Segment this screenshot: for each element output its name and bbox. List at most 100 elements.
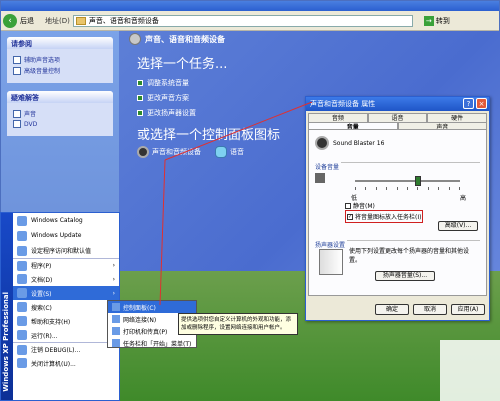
go-arrow-icon: →	[423, 15, 434, 26]
tab-speech[interactable]: 语音	[367, 113, 428, 122]
task-bullet-icon	[137, 94, 143, 101]
volume-group-label: 设备音量	[315, 162, 342, 171]
tab-hardware[interactable]: 硬件	[427, 113, 488, 122]
shortcut-icon	[13, 66, 21, 75]
sound-audio-devices-link[interactable]: 声音和音频设备	[137, 146, 201, 158]
chevron-right-icon: ›	[112, 275, 115, 283]
speakers-icon	[319, 249, 343, 275]
device-row: Sound Blaster 16	[309, 130, 486, 150]
help-icon	[17, 316, 27, 326]
control-panel-icon	[112, 303, 120, 311]
update-icon	[17, 230, 27, 241]
see-also-item[interactable]: 高级音量控制	[13, 66, 109, 75]
menu-item-programs[interactable]: 程序(P) ›	[13, 258, 119, 272]
search-icon	[17, 302, 27, 312]
see-also-title[interactable]: 请参阅	[7, 37, 113, 49]
address-value: 声音、语音和音频设备	[88, 16, 159, 25]
control-panel-tooltip: 提供选项供您自定义计算机的外观和功能，添加或删除程序，设置网络连接和用户帐户。	[178, 313, 298, 335]
see-also-panel: 请参阅 辅助声音选项 高级音量控制	[7, 37, 113, 83]
back-icon[interactable]: ‹	[3, 13, 17, 28]
menu-item-logoff[interactable]: 注销 DEBUG(L)...	[13, 342, 119, 356]
menu-item-windows-catalog[interactable]: Windows Catalog	[13, 213, 119, 228]
troubleshoot-title[interactable]: 疑难解答	[7, 91, 113, 103]
submenu-item-control-panel[interactable]: 控制面板(C)	[108, 301, 196, 313]
close-icon[interactable]: ×	[476, 98, 487, 109]
menu-item-program-access[interactable]: 设定程序访问和默认值	[13, 243, 119, 258]
speech-link[interactable]: 语音	[215, 146, 244, 158]
task-bullet-icon	[137, 109, 143, 116]
program-access-icon	[17, 245, 27, 256]
address-bar: ‹ 后退 地址(D) 声音、语音和音频设备 → 转到	[1, 11, 499, 31]
help-icon[interactable]: ?	[463, 98, 474, 109]
run-icon	[17, 330, 27, 340]
printer-icon	[112, 327, 120, 335]
address-label: 地址(D)	[45, 16, 70, 25]
volume-slider[interactable]	[355, 180, 460, 182]
go-button[interactable]: → 转到	[423, 15, 450, 26]
menu-item-shutdown[interactable]: 关闭计算机(U)...	[13, 356, 119, 370]
logoff-icon	[17, 344, 27, 355]
checkbox-checked-icon: ✓	[347, 213, 353, 220]
troubleshoot-item[interactable]: DVD	[13, 120, 109, 128]
dialog-actions: 确定 取消 应用(A)	[375, 304, 485, 315]
menu-item-help[interactable]: 帮助和支持(H)	[13, 314, 119, 328]
speaker-description: 使用下列设置更改每个扬声器的音量和其他设置。	[349, 248, 470, 264]
volume-tab-page: Sound Blaster 16 设备音量 低 高 静音(M) ✓ 将音量图标放入…	[308, 129, 487, 296]
task-heading: 选择一个任务...	[137, 57, 228, 72]
speaker-volume-button[interactable]: 扬声器音量(S)...	[375, 271, 435, 281]
settings-icon	[17, 288, 27, 298]
mute-checkbox[interactable]: 静音(M)	[345, 201, 375, 210]
apply-button[interactable]: 应用(A)	[451, 304, 485, 315]
dialog-titlebar: 声音和音频设备 属性 ? ×	[306, 97, 489, 111]
see-also-item[interactable]: 辅助声音选项	[13, 55, 109, 64]
task-link[interactable]: 调整系统音量	[137, 75, 367, 90]
network-icon	[112, 315, 120, 323]
audio-category-icon	[129, 33, 141, 45]
window-titlebar	[1, 1, 499, 11]
cp-icon-heading: 或选择一个控制面板图标	[137, 128, 281, 143]
menu-item-documents[interactable]: 文档(D) ›	[13, 272, 119, 286]
taskbar-icon	[112, 339, 120, 347]
submenu-item-taskbar[interactable]: 任务栏和「开始」菜单(T)	[108, 337, 196, 349]
speaker-group-label: 扬声器设置	[315, 240, 348, 249]
troubleshoot-panel: 疑难解答 声音 DVD	[7, 91, 113, 136]
tab-audio[interactable]: 音频	[308, 113, 368, 122]
cancel-button[interactable]: 取消	[413, 304, 447, 315]
chevron-right-icon: ›	[112, 262, 115, 269]
menu-item-run[interactable]: 运行(R)...	[13, 328, 119, 342]
advanced-button[interactable]: 高级(V)...	[438, 221, 478, 231]
address-field[interactable]: 声音、语音和音频设备	[72, 14, 413, 27]
menu-item-windows-update[interactable]: Windows Update	[13, 228, 119, 243]
task-bullet-icon	[137, 79, 143, 86]
cp-icon-list: 声音和音频设备 语音	[137, 146, 244, 158]
power-icon	[17, 358, 27, 368]
chevron-right-icon: ›	[112, 289, 115, 297]
volume-group: 设备音量 低 高 静音(M) ✓ 将音量图标放入任务栏(I) 高级(V)...	[315, 162, 480, 232]
programs-icon	[17, 260, 27, 271]
speech-icon	[215, 146, 227, 158]
sound-properties-dialog: 声音和音频设备 属性 ? × 音频 语音 硬件 音量 声音 Sound Blas…	[305, 96, 490, 321]
documents-icon	[17, 274, 27, 284]
catalog-icon	[17, 215, 27, 226]
back-label: 后退	[20, 16, 34, 25]
speaker-group: 扬声器设置 使用下列设置更改每个扬声器的音量和其他设置。 扬声器音量(S)...	[315, 240, 480, 290]
ok-button[interactable]: 确定	[375, 304, 409, 315]
taskbar-icon-checkbox[interactable]: ✓ 将音量图标放入任务栏(I)	[345, 210, 424, 223]
checkbox-box	[345, 202, 351, 209]
volume-slider-thumb[interactable]	[414, 176, 421, 186]
category-title: 声音、语音和音频设备	[129, 33, 225, 45]
slider-ticks	[355, 187, 460, 190]
watermark	[440, 340, 500, 401]
device-name: Sound Blaster 16	[333, 139, 385, 147]
menu-item-search[interactable]: 搜索(C)›	[13, 300, 119, 314]
high-label: 高	[459, 195, 466, 202]
menu-item-settings[interactable]: 设置(S) ›	[13, 286, 119, 300]
troubleshoot-item[interactable]: 声音	[13, 109, 109, 118]
folder-icon	[75, 16, 86, 25]
start-menu-band: Windows XP Professional	[1, 213, 13, 400]
os-edition-label: Windows XP Professional	[2, 292, 10, 392]
shortcut-icon	[13, 55, 21, 64]
speaker-icon	[315, 136, 329, 150]
start-menu-list: Windows Catalog Windows Update 设定程序访问和默认…	[13, 213, 119, 370]
speaker-icon	[137, 146, 149, 158]
